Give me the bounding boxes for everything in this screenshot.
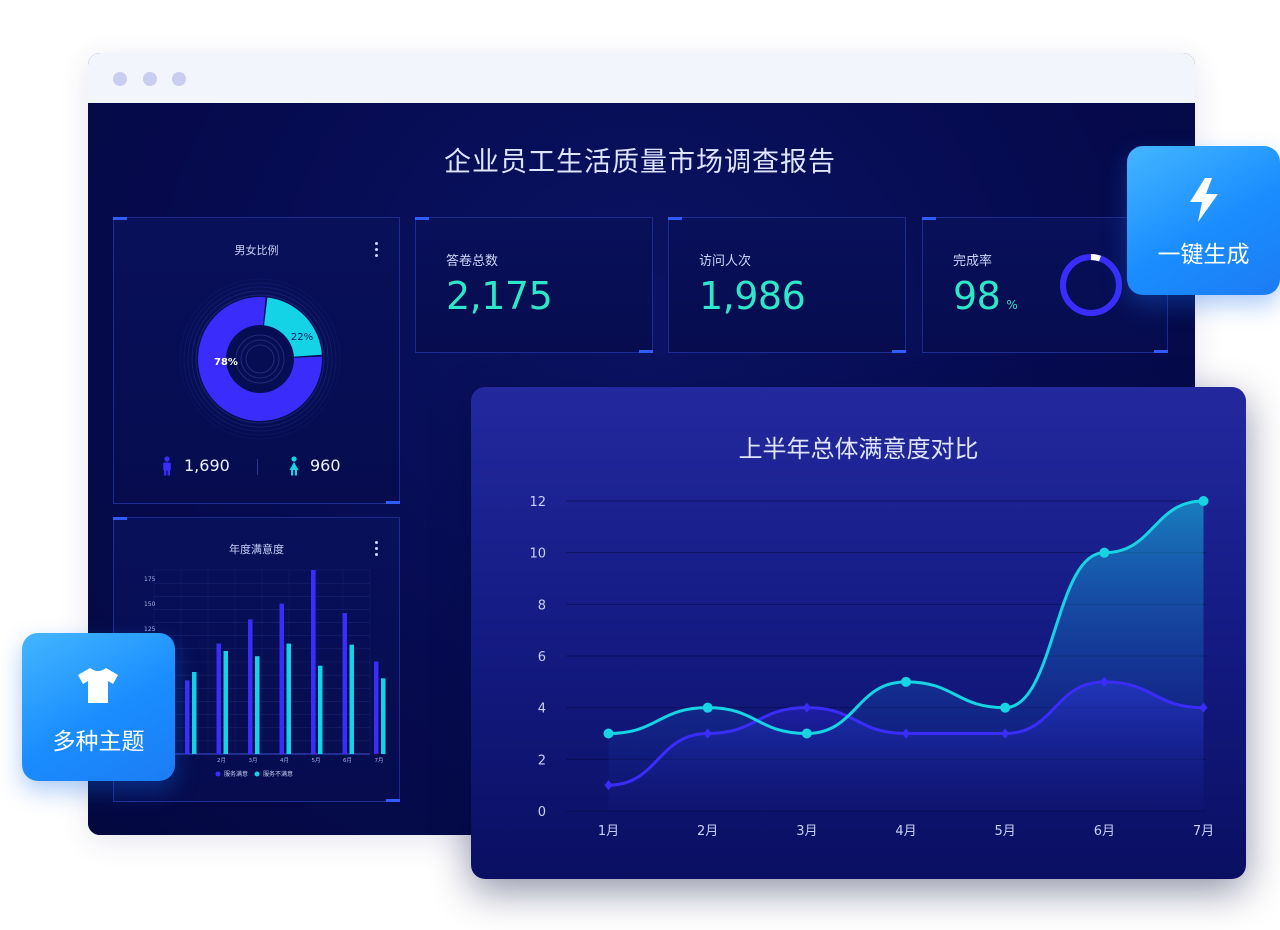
bar-satisfied bbox=[248, 619, 253, 754]
female-icon bbox=[289, 456, 299, 476]
female-percent-label: 22% bbox=[291, 332, 313, 343]
female-count: 960 bbox=[310, 456, 341, 475]
y-tick-label: 8 bbox=[538, 598, 546, 613]
x-tick-label: 6月 bbox=[1094, 824, 1115, 839]
bar-unsatisfied bbox=[381, 678, 386, 754]
legend-swatch bbox=[254, 771, 260, 777]
male-count: 1,690 bbox=[184, 456, 230, 475]
legend-label: 服务满意 bbox=[224, 770, 248, 778]
donut-hole bbox=[229, 328, 291, 390]
x-tick-label: 3月 bbox=[796, 824, 817, 839]
data-point bbox=[702, 702, 713, 713]
x-tick-label: 3月 bbox=[249, 757, 258, 764]
x-tick-label: 2月 bbox=[697, 824, 718, 839]
window-control-dot[interactable] bbox=[172, 72, 186, 86]
stat-value: 98% bbox=[953, 274, 1018, 318]
y-tick-label: 0 bbox=[538, 805, 546, 820]
bar-unsatisfied bbox=[286, 643, 291, 754]
bar-unsatisfied bbox=[318, 665, 323, 754]
bar-satisfied bbox=[311, 570, 316, 754]
x-tick-label: 5月 bbox=[995, 824, 1016, 839]
multiple-themes-badge[interactable]: 多种主题 bbox=[22, 633, 175, 781]
half-year-line-chart: 0 2 4 6 8 10 12 1月 2月 3月 4月 5月 6月 7月 bbox=[529, 495, 1214, 839]
x-tick-label: 1月 bbox=[598, 824, 619, 839]
y-tick-label: 6 bbox=[538, 650, 546, 665]
data-point bbox=[603, 728, 614, 739]
badge-label: 一键生成 bbox=[1157, 242, 1250, 268]
legend-label: 服务不满意 bbox=[263, 770, 293, 778]
badge-label: 多种主题 bbox=[52, 729, 145, 755]
one-click-generate-badge[interactable]: 一键生成 bbox=[1127, 146, 1280, 295]
divider bbox=[257, 459, 258, 475]
bar-unsatisfied bbox=[192, 671, 197, 754]
stat-value: 2,175 bbox=[446, 274, 553, 318]
completion-value: 98 bbox=[953, 274, 1001, 318]
data-point bbox=[1000, 702, 1011, 713]
x-tick-label: 2月 bbox=[217, 757, 226, 764]
gender-ratio-panel: 男女比例 78% 22% 1,690 960 bbox=[113, 217, 400, 504]
data-point bbox=[901, 676, 911, 687]
bar-satisfied bbox=[279, 603, 284, 754]
y-tick-label: 12 bbox=[529, 495, 546, 510]
bar-satisfied bbox=[374, 661, 379, 754]
x-tick-label: 7月 bbox=[1193, 824, 1214, 839]
completion-ring bbox=[1060, 254, 1122, 316]
completion-unit: % bbox=[1006, 298, 1018, 312]
dashboard-title: 企业员工生活质量市场调查报告 bbox=[444, 147, 836, 178]
stat-value: 1,986 bbox=[699, 274, 806, 318]
stat-label: 答卷总数 bbox=[446, 254, 499, 269]
y-tick-label: 2 bbox=[538, 753, 546, 768]
y-tick-label: 175 bbox=[144, 576, 156, 583]
window-control-dot[interactable] bbox=[143, 72, 157, 86]
stat-label: 访问人次 bbox=[699, 254, 752, 269]
y-tick-label: 150 bbox=[144, 601, 156, 608]
male-icon bbox=[163, 456, 171, 476]
y-tick-label: 125 bbox=[144, 626, 156, 633]
y-tick-label: 10 bbox=[529, 547, 546, 562]
x-tick-label: 4月 bbox=[280, 757, 289, 764]
legend-swatch bbox=[215, 771, 221, 777]
stat-card-total: 答卷总数 2,175 bbox=[415, 217, 653, 353]
data-point bbox=[1099, 547, 1110, 558]
data-point bbox=[1198, 496, 1209, 506]
tshirt-icon bbox=[78, 668, 118, 703]
half-year-satisfaction-card: 上半年总体满意度对比 0 2 4 6 8 10 12 1月 2月 3月 4月 5月 6月 7月 bbox=[471, 387, 1246, 879]
male-percent-label: 78% bbox=[214, 357, 238, 368]
bar-satisfied bbox=[216, 643, 221, 754]
lightning-icon bbox=[1190, 178, 1218, 222]
x-tick-label: 4月 bbox=[895, 824, 916, 839]
x-tick-label: 7月 bbox=[375, 757, 384, 764]
bar-satisfied bbox=[185, 680, 190, 754]
data-point bbox=[801, 728, 812, 739]
x-tick-label: 6月 bbox=[343, 757, 352, 764]
bar-unsatisfied bbox=[223, 650, 228, 754]
window-titlebar bbox=[88, 53, 1195, 103]
stat-label: 完成率 bbox=[953, 254, 993, 269]
x-tick-label: 5月 bbox=[312, 757, 321, 764]
bar-unsatisfied bbox=[255, 656, 260, 754]
bar-satisfied bbox=[342, 613, 347, 754]
y-tick-label: 4 bbox=[538, 702, 546, 717]
ring-remainder bbox=[1090, 254, 1101, 262]
window-control-dot[interactable] bbox=[113, 72, 127, 86]
stat-card-visits: 访问人次 1,986 bbox=[668, 217, 906, 353]
bar-unsatisfied bbox=[349, 644, 354, 754]
